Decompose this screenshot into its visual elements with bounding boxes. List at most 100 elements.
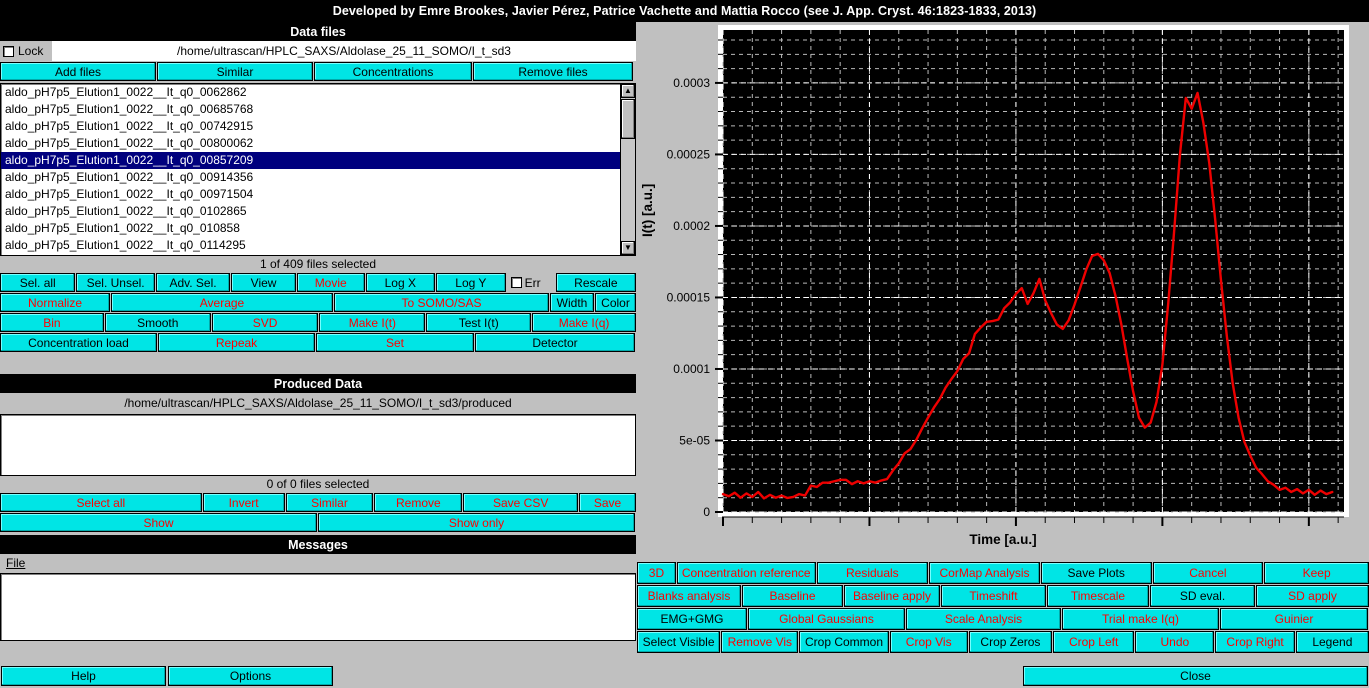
plot-button-guinier[interactable]: Guinier xyxy=(1220,608,1368,630)
plot-button-blanks-analysis[interactable]: Blanks analysis xyxy=(637,585,741,607)
plot-button-cancel[interactable]: Cancel xyxy=(1153,562,1264,584)
data-files-list[interactable]: aldo_pH7p5_Elution1_0022__It_q0_0062862a… xyxy=(1,84,620,255)
plot-button-remove-vis[interactable]: Remove Vis xyxy=(721,631,798,653)
plot-button-undo[interactable]: Undo xyxy=(1135,631,1214,653)
svg-text:0: 0 xyxy=(720,529,727,530)
plot-button-save-plots[interactable]: Save Plots xyxy=(1041,562,1152,584)
data-files-listbox[interactable]: aldo_pH7p5_Elution1_0022__It_q0_0062862a… xyxy=(0,83,636,256)
data-files-control-movie[interactable]: Movie xyxy=(297,273,365,292)
menu-item-file[interactable]: File xyxy=(6,556,25,570)
scroll-down-icon[interactable]: ▼ xyxy=(621,241,635,255)
plot-button-concentration-reference[interactable]: Concentration reference xyxy=(677,562,816,584)
produced-button-similar[interactable]: Similar xyxy=(286,493,374,512)
list-item[interactable]: aldo_pH7p5_Elution1_0022__It_q0_0062862 xyxy=(1,84,620,101)
data-files-control-smooth[interactable]: Smooth xyxy=(105,313,211,332)
plot-button-keep[interactable]: Keep xyxy=(1264,562,1369,584)
data-files-control-sel-all[interactable]: Sel. all xyxy=(0,273,75,292)
produced-button-remove[interactable]: Remove xyxy=(374,493,462,512)
plot-button-timeshift[interactable]: Timeshift xyxy=(941,585,1046,607)
err-checkbox[interactable] xyxy=(511,277,522,288)
svg-text:0.0003: 0.0003 xyxy=(673,76,710,90)
data-files-scrollbar[interactable]: ▲ ▼ xyxy=(620,84,635,255)
data-files-control-concentration-load[interactable]: Concentration load xyxy=(0,333,157,352)
plot-button-residuals[interactable]: Residuals xyxy=(817,562,929,584)
messages-text-area[interactable] xyxy=(0,573,636,641)
list-item[interactable]: aldo_pH7p5_Elution1_0022__It_q0_00742915 xyxy=(1,118,620,135)
produced-button-select-all[interactable]: Select all xyxy=(0,493,202,512)
data-files-control-bin[interactable]: Bin xyxy=(0,313,104,332)
svg-text:50: 50 xyxy=(863,529,877,530)
scroll-thumb[interactable] xyxy=(621,99,635,139)
data-files-button-add-files[interactable]: Add files xyxy=(0,62,156,81)
data-files-control-sel-unsel[interactable]: Sel. Unsel. xyxy=(76,273,154,292)
plot-button-crop-common[interactable]: Crop Common xyxy=(799,631,888,653)
plot-button-crop-left[interactable]: Crop Left xyxy=(1053,631,1134,653)
produced-button-save[interactable]: Save xyxy=(579,493,636,512)
lock-checkbox[interactable] xyxy=(3,46,14,57)
list-item[interactable]: aldo_pH7p5_Elution1_0022__It_q0_00971504 xyxy=(1,186,620,203)
plot-button-baseline-apply[interactable]: Baseline apply xyxy=(844,585,940,607)
data-files-control-color[interactable]: Color xyxy=(595,293,636,312)
svg-text:150: 150 xyxy=(1152,529,1172,530)
svg-text:0.0002: 0.0002 xyxy=(673,219,710,233)
data-files-control-test-i-t[interactable]: Test I(t) xyxy=(426,313,531,332)
help-button[interactable]: Help xyxy=(1,666,166,686)
data-files-button-concentrations[interactable]: Concentrations xyxy=(314,62,472,81)
plot-button-timescale[interactable]: Timescale xyxy=(1047,585,1149,607)
data-files-control-log-y[interactable]: Log Y xyxy=(436,273,506,292)
plot-button-sd-apply[interactable]: SD apply xyxy=(1256,585,1369,607)
plot-button-sd-eval[interactable]: SD eval. xyxy=(1150,585,1255,607)
lock-toggle[interactable]: Lock xyxy=(0,41,52,61)
list-item[interactable]: aldo_pH7p5_Elution1_0022__It_q0_00914356 xyxy=(1,169,620,186)
data-files-control-log-x[interactable]: Log X xyxy=(366,273,436,292)
plot-button-global-gaussians[interactable]: Global Gaussians xyxy=(748,608,905,630)
data-files-control-detector[interactable]: Detector xyxy=(475,333,635,352)
plot-button-trial-make-i-q[interactable]: Trial make I(q) xyxy=(1062,608,1219,630)
data-files-control-normalize[interactable]: Normalize xyxy=(0,293,110,312)
plot-button-emg-gmg[interactable]: EMG+GMG xyxy=(637,608,747,630)
err-toggle[interactable]: Err xyxy=(507,273,555,292)
data-files-control-make-i-t[interactable]: Make I(t) xyxy=(319,313,425,332)
data-files-control-repeak[interactable]: Repeak xyxy=(158,333,315,352)
plot-button-scale-analysis[interactable]: Scale Analysis xyxy=(906,608,1061,630)
it-vs-time-chart[interactable]: 05e-050.00010.000150.00020.000250.000305… xyxy=(637,22,1369,530)
svg-text:0.00015: 0.00015 xyxy=(667,290,711,304)
close-button[interactable]: Close xyxy=(1023,666,1368,686)
data-files-control-to-somo-sas[interactable]: To SOMO/SAS xyxy=(334,293,549,312)
plot-button-select-visible[interactable]: Select Visible xyxy=(637,631,720,653)
list-item[interactable]: aldo_pH7p5_Elution1_0022__It_q0_0102865 xyxy=(1,203,620,220)
list-item[interactable]: aldo_pH7p5_Elution1_0022__It_q0_0114295 xyxy=(1,237,620,254)
list-item[interactable]: aldo_pH7p5_Elution1_0022__It_q0_010858 xyxy=(1,220,620,237)
produced-button-show[interactable]: Show xyxy=(0,513,317,532)
produced-button-invert[interactable]: Invert xyxy=(203,493,285,512)
data-files-button-remove-files[interactable]: Remove files xyxy=(473,62,633,81)
produced-data-buttons-row-2: ShowShow only xyxy=(0,513,636,532)
data-files-control-set[interactable]: Set xyxy=(316,333,474,352)
plot-button-crop-vis[interactable]: Crop Vis xyxy=(890,631,968,653)
list-item[interactable]: aldo_pH7p5_Elution1_0022__It_q0_00800062 xyxy=(1,135,620,152)
messages-menubar[interactable]: File xyxy=(0,554,636,572)
plot-button-crop-right[interactable]: Crop Right xyxy=(1215,631,1294,653)
produced-data-list[interactable] xyxy=(0,414,636,476)
data-files-control-width[interactable]: Width xyxy=(550,293,594,312)
plot-button-3d[interactable]: 3D xyxy=(637,562,676,584)
plot-button-cormap-analysis[interactable]: CorMap Analysis xyxy=(929,562,1040,584)
data-files-button-similar[interactable]: Similar xyxy=(157,62,313,81)
data-files-header: Data files xyxy=(0,22,636,41)
data-files-control-adv-sel[interactable]: Adv. Sel. xyxy=(156,273,230,292)
options-button[interactable]: Options xyxy=(168,666,333,686)
svg-text:0.00025: 0.00025 xyxy=(667,147,711,161)
plot-button-baseline[interactable]: Baseline xyxy=(742,585,843,607)
plot-button-legend[interactable]: Legend xyxy=(1296,631,1369,653)
data-files-control-average[interactable]: Average xyxy=(111,293,333,312)
data-files-control-svd[interactable]: SVD xyxy=(212,313,319,332)
scroll-up-icon[interactable]: ▲ xyxy=(621,84,635,98)
data-files-control-make-i-q[interactable]: Make I(q) xyxy=(532,313,636,332)
produced-button-show-only[interactable]: Show only xyxy=(318,513,635,532)
rescale-button[interactable]: Rescale xyxy=(556,273,636,292)
plot-button-crop-zeros[interactable]: Crop Zeros xyxy=(969,631,1052,653)
produced-button-save-csv[interactable]: Save CSV xyxy=(463,493,578,512)
list-item[interactable]: aldo_pH7p5_Elution1_0022__It_q0_00857209 xyxy=(1,152,620,169)
data-files-control-view[interactable]: View xyxy=(231,273,296,292)
list-item[interactable]: aldo_pH7p5_Elution1_0022__It_q0_00685768 xyxy=(1,101,620,118)
